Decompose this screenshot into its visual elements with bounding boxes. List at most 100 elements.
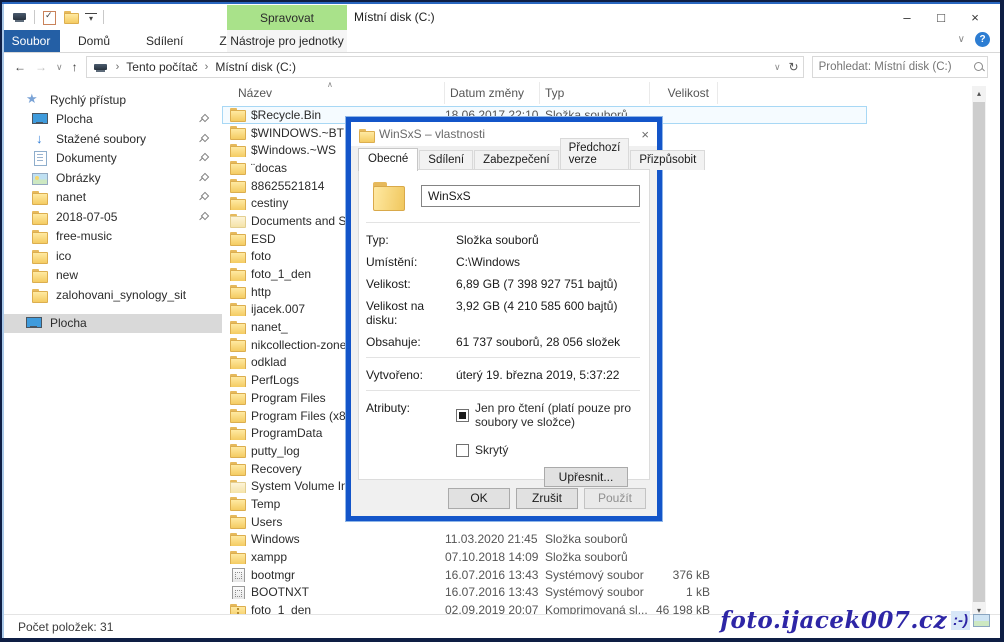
sidebar-item-icon xyxy=(32,268,48,282)
address-box[interactable]: › Tento počítač › Místní disk (C:) ∨ ↻ xyxy=(86,56,804,78)
properties-dialog: WinSxS – vlastnosti × ObecnéSdíleníZabez… xyxy=(346,117,662,521)
sidebar-item[interactable]: new xyxy=(2,266,222,286)
hidden-checkbox[interactable] xyxy=(456,444,469,457)
folder-name-input[interactable] xyxy=(421,185,640,207)
search-box[interactable] xyxy=(812,56,988,78)
sidebar-item[interactable]: ico xyxy=(2,246,222,266)
items-count: Počet položek: 31 xyxy=(18,620,113,634)
file-name: $Recycle.Bin xyxy=(251,108,321,122)
sidebar-item[interactable]: nanet xyxy=(2,188,222,208)
breadcrumb[interactable]: › Tento počítač xyxy=(109,60,198,74)
dialog-general-page: Typ: Složka souborů Umístění: C:\Windows… xyxy=(358,170,650,480)
dialog-tab[interactable]: Zabezpečení xyxy=(474,150,559,170)
dialog-tab[interactable]: Obecné xyxy=(358,148,418,171)
file-icon xyxy=(230,515,245,528)
maximize-button[interactable]: □ xyxy=(924,4,958,30)
file-name: PerfLogs xyxy=(251,373,299,387)
file-name: nikcollection-zoner xyxy=(251,338,350,352)
sidebar-item[interactable]: Stažené soubory xyxy=(2,129,222,149)
sidebar-item[interactable]: Dokumenty xyxy=(2,149,222,169)
sidebar-item[interactable]: Rychlý přístup xyxy=(2,90,222,110)
file-icon xyxy=(230,197,245,210)
property-value: 3,92 GB (4 210 585 600 bajtů) xyxy=(456,299,617,327)
window-controls: – □ × xyxy=(890,4,992,30)
file-icon xyxy=(230,427,245,440)
minimize-button[interactable]: – xyxy=(890,4,924,30)
property-label: Umístění: xyxy=(366,255,456,269)
column-header-name[interactable]: ∧ Název xyxy=(222,82,445,104)
file-name: xampp xyxy=(251,550,287,564)
customize-qat-dropdown-icon[interactable]: ▾ xyxy=(85,13,97,24)
back-button[interactable]: ← xyxy=(14,60,26,74)
breadcrumb-label[interactable]: Místní disk (C:) xyxy=(215,60,296,74)
dialog-tab[interactable]: Předchozí verze xyxy=(560,138,630,170)
scrollbar-thumb[interactable] xyxy=(973,102,985,602)
cancel-button[interactable]: Zrušit xyxy=(516,488,578,509)
breadcrumb-label[interactable]: Tento počítač xyxy=(126,60,197,74)
pin-icon xyxy=(198,114,208,124)
dialog-tab[interactable]: Sdílení xyxy=(419,150,473,170)
address-dropdown-icon[interactable]: ∨ xyxy=(774,62,781,73)
contextual-group-spravovat[interactable]: Spravovat xyxy=(227,5,347,30)
tab-soubor[interactable]: Soubor xyxy=(2,30,60,52)
recent-locations-icon[interactable]: ∨ xyxy=(56,62,63,73)
sidebar-item[interactable]: zalohovani_synology_sit xyxy=(2,285,222,305)
file-icon xyxy=(230,568,245,581)
properties-icon[interactable] xyxy=(41,10,57,24)
refresh-icon[interactable]: ↻ xyxy=(789,60,799,74)
ok-button[interactable]: OK xyxy=(448,488,510,509)
file-row[interactable]: BOOTNXT 16.07.2016 13:43 Systémový soubo… xyxy=(222,584,1000,602)
file-icon xyxy=(230,551,245,564)
readonly-checkbox[interactable] xyxy=(456,409,469,422)
file-row[interactable]: Windows 11.03.2020 21:45 Složka souborů xyxy=(222,531,1000,549)
file-row[interactable]: xampp 07.10.2018 14:09 Složka souborů xyxy=(222,548,1000,566)
ribbon-tab[interactable]: Domů xyxy=(60,30,128,52)
file-icon xyxy=(230,108,245,121)
search-input[interactable] xyxy=(819,61,973,73)
file-type: Systémový soubor xyxy=(540,568,650,582)
ribbon-collapse-icon[interactable]: ∨ xyxy=(958,34,965,45)
file-name: Temp xyxy=(251,497,280,511)
vertical-scrollbar[interactable]: ▴ ▾ xyxy=(972,86,986,618)
file-name: cestiny xyxy=(251,196,288,210)
up-button[interactable]: ↑ xyxy=(72,60,78,74)
file-icon xyxy=(230,250,245,263)
sidebar-item-icon xyxy=(32,151,48,165)
file-row[interactable]: bootmgr 16.07.2016 13:43 Systémový soubo… xyxy=(222,566,1000,584)
quick-access-toolbar: ▾ xyxy=(2,10,104,24)
sidebar-item[interactable]: Plocha xyxy=(2,110,222,130)
new-folder-icon[interactable] xyxy=(63,10,79,24)
sidebar-item-label: 2018-07-05 xyxy=(56,210,117,224)
property-row: Velikost: 6,89 GB (7 398 927 751 bajtů) xyxy=(366,277,640,291)
file-icon xyxy=(230,444,245,457)
sidebar-item[interactable]: Obrázky xyxy=(2,168,222,188)
sidebar-item-label: new xyxy=(56,268,78,282)
property-row: Typ: Složka souborů xyxy=(366,233,640,247)
sort-ascending-icon: ∧ xyxy=(327,80,333,89)
help-icon[interactable]: ? xyxy=(975,32,990,47)
file-name: $Windows.~WS xyxy=(251,143,336,157)
breadcrumb[interactable]: › Místní disk (C:) xyxy=(198,60,296,74)
ribbon-tab[interactable]: Sdílení xyxy=(128,30,201,52)
sidebar-item-icon xyxy=(32,112,48,126)
forward-button[interactable]: → xyxy=(35,60,47,74)
sidebar-item[interactable]: 2018-07-05 xyxy=(2,207,222,227)
close-button[interactable]: × xyxy=(958,4,992,30)
column-header-size[interactable]: Velikost xyxy=(650,82,718,104)
file-name: Users xyxy=(251,515,282,529)
file-name: foto xyxy=(251,249,271,263)
ribbon-tab-label: Sdílení xyxy=(146,34,183,48)
dialog-tab[interactable]: Přizpůsobit xyxy=(630,150,705,170)
tab-nastroje-pro-jednotky[interactable]: Nástroje pro jednotky xyxy=(227,30,347,52)
readonly-checkbox-row: Jen pro čtení (platí pouze pro soubory v… xyxy=(456,401,640,429)
apply-button[interactable]: Použít xyxy=(584,488,646,509)
sidebar-item[interactable]: Plocha xyxy=(2,314,222,334)
breadcrumb-separator-icon: › xyxy=(198,61,216,73)
column-header-type[interactable]: Typ xyxy=(540,82,650,104)
divider xyxy=(366,222,640,223)
dialog-close-icon[interactable]: × xyxy=(641,127,649,142)
sidebar-item[interactable]: free-music xyxy=(2,227,222,247)
scroll-up-icon[interactable]: ▴ xyxy=(972,86,986,101)
watermark-text: foto.ijacek007.cz xyxy=(720,607,947,634)
column-header-date[interactable]: Datum změny xyxy=(445,82,540,104)
